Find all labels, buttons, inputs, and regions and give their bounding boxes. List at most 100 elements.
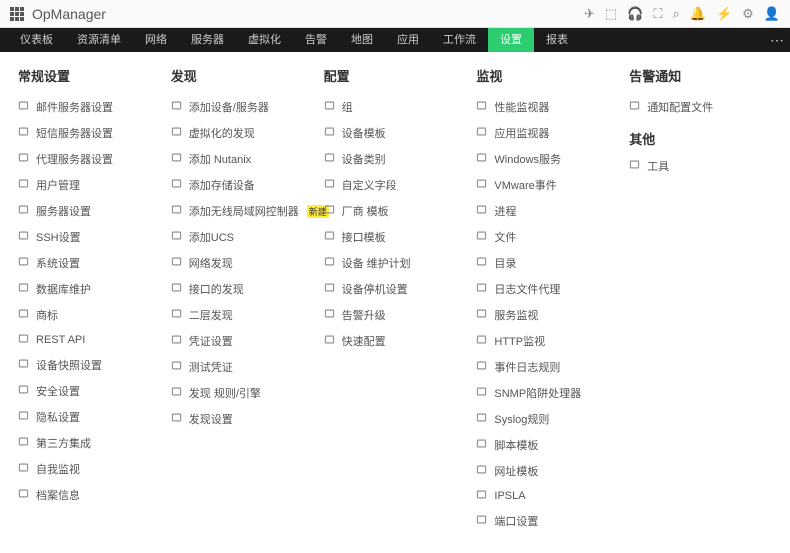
item-label: 进程: [494, 203, 516, 219]
settings-item[interactable]: 文件: [476, 229, 619, 245]
settings-item[interactable]: 凭证设置: [171, 333, 314, 349]
settings-item[interactable]: 应用监视器: [476, 125, 619, 141]
settings-item[interactable]: 添加UCS: [171, 229, 314, 245]
settings-item[interactable]: 脚本模板: [476, 437, 619, 453]
user-icon[interactable]: 👤: [764, 6, 780, 22]
settings-item[interactable]: 告警升级: [324, 307, 467, 323]
settings-item[interactable]: Syslog规则: [476, 411, 619, 427]
settings-item[interactable]: 邮件服务器设置: [18, 99, 161, 115]
settings-item[interactable]: 目录: [476, 255, 619, 271]
settings-item[interactable]: 服务器设置: [18, 203, 161, 219]
disc-icon: [171, 412, 183, 426]
settings-item[interactable]: SSH设置: [18, 229, 161, 245]
plug-icon[interactable]: ⚡: [716, 6, 732, 22]
settings-item[interactable]: 商标: [18, 307, 161, 323]
settings-item[interactable]: 添加无线局域网控制器新建: [171, 203, 314, 219]
settings-item[interactable]: 通知配置文件: [629, 99, 772, 115]
gift-icon[interactable]: ⛶: [653, 6, 662, 22]
item-label: 网络发现: [189, 255, 233, 271]
api-icon: [18, 333, 30, 347]
settings-item[interactable]: 隐私设置: [18, 409, 161, 425]
settings-item[interactable]: 短信服务器设置: [18, 125, 161, 141]
column-title: 告警通知: [629, 66, 772, 85]
item-label: 添加设备/服务器: [189, 99, 269, 115]
item-label: 网址模板: [494, 463, 538, 479]
settings-item[interactable]: Windows服务: [476, 151, 619, 167]
settings-item[interactable]: 添加 Nutanix: [171, 151, 314, 167]
nav-tab[interactable]: 虚拟化: [236, 28, 293, 52]
nav-tab[interactable]: 地图: [339, 28, 385, 52]
item-label: 设备停机设置: [342, 281, 408, 297]
settings-item[interactable]: 设备快照设置: [18, 357, 161, 373]
notif-icon: [629, 100, 641, 114]
settings-item[interactable]: 进程: [476, 203, 619, 219]
monitor-icon[interactable]: ⬚: [605, 6, 617, 22]
settings-item[interactable]: 快速配置: [324, 333, 467, 349]
settings-item[interactable]: IPSLA: [476, 489, 619, 503]
apps-grid-icon[interactable]: [10, 7, 24, 21]
item-label: 发现设置: [189, 411, 233, 427]
settings-item[interactable]: 档案信息: [18, 487, 161, 503]
storage-icon: [171, 178, 183, 192]
nav-tab[interactable]: 网络: [133, 28, 179, 52]
settings-item[interactable]: 二层发现: [171, 307, 314, 323]
item-label: HTTP监视: [494, 333, 545, 349]
headset-icon[interactable]: 🎧: [627, 6, 643, 22]
settings-item[interactable]: 设备停机设置: [324, 281, 467, 297]
rocket-icon[interactable]: ✈: [584, 6, 595, 22]
settings-item[interactable]: 设备类别: [324, 151, 467, 167]
nav-tab[interactable]: 设置: [488, 28, 534, 52]
gear-icon[interactable]: ⚙: [742, 6, 754, 22]
tool-icon: [629, 159, 641, 173]
settings-item[interactable]: VMware事件: [476, 177, 619, 193]
settings-item[interactable]: 组: [324, 99, 467, 115]
settings-item[interactable]: 厂商 模板: [324, 203, 467, 219]
user-icon: [18, 178, 30, 192]
nav-tab[interactable]: 报表: [534, 28, 580, 52]
settings-item[interactable]: 发现 规则/引擎: [171, 385, 314, 401]
settings-item[interactable]: 接口的发现: [171, 281, 314, 297]
settings-item[interactable]: 接口模板: [324, 229, 467, 245]
settings-item[interactable]: 端口设置: [476, 513, 619, 529]
settings-item[interactable]: HTTP监视: [476, 333, 619, 349]
settings-item[interactable]: REST API: [18, 333, 161, 347]
search-icon[interactable]: ⌕: [673, 6, 680, 22]
nav-tab[interactable]: 告警: [293, 28, 339, 52]
settings-item[interactable]: 数据库维护: [18, 281, 161, 297]
settings-item[interactable]: 自定义字段: [324, 177, 467, 193]
add-icon: [171, 100, 183, 114]
settings-item[interactable]: 设备模板: [324, 125, 467, 141]
nav-tab[interactable]: 资源清单: [65, 28, 133, 52]
settings-item[interactable]: 虚拟化的发现: [171, 125, 314, 141]
nav-tab[interactable]: 服务器: [179, 28, 236, 52]
settings-item[interactable]: 系统设置: [18, 255, 161, 271]
settings-item[interactable]: 代理服务器设置: [18, 151, 161, 167]
settings-item[interactable]: 用户管理: [18, 177, 161, 193]
app-icon: [476, 126, 488, 140]
nav-more-icon[interactable]: ⋯: [770, 32, 784, 49]
settings-item[interactable]: 事件日志规则: [476, 359, 619, 375]
item-label: 测试凭证: [189, 359, 233, 375]
settings-item[interactable]: 自我监视: [18, 461, 161, 477]
settings-item[interactable]: 添加设备/服务器: [171, 99, 314, 115]
settings-item[interactable]: 第三方集成: [18, 435, 161, 451]
settings-item[interactable]: 设备 维护计划: [324, 255, 467, 271]
settings-item[interactable]: 性能监视器: [476, 99, 619, 115]
settings-item[interactable]: 添加存储设备: [171, 177, 314, 193]
nav-tab[interactable]: 应用: [385, 28, 431, 52]
settings-item[interactable]: 日志文件代理: [476, 281, 619, 297]
settings-item[interactable]: SNMP陷阱处理器: [476, 385, 619, 401]
nav-tab[interactable]: 工作流: [431, 28, 488, 52]
settings-item[interactable]: 测试凭证: [171, 359, 314, 375]
settings-item[interactable]: 发现设置: [171, 411, 314, 427]
item-label: 设备 维护计划: [342, 255, 411, 271]
settings-item[interactable]: 安全设置: [18, 383, 161, 399]
settings-item[interactable]: 工具: [629, 158, 772, 174]
settings-item[interactable]: 网址模板: [476, 463, 619, 479]
bell-icon[interactable]: 🔔: [690, 6, 706, 22]
settings-item[interactable]: 网络发现: [171, 255, 314, 271]
nav-tab[interactable]: 仪表板: [8, 28, 65, 52]
settings-column: 发现添加设备/服务器虚拟化的发现添加 Nutanix添加存储设备添加无线局域网控…: [171, 66, 314, 539]
iface-icon: [171, 282, 183, 296]
settings-item[interactable]: 服务监视: [476, 307, 619, 323]
